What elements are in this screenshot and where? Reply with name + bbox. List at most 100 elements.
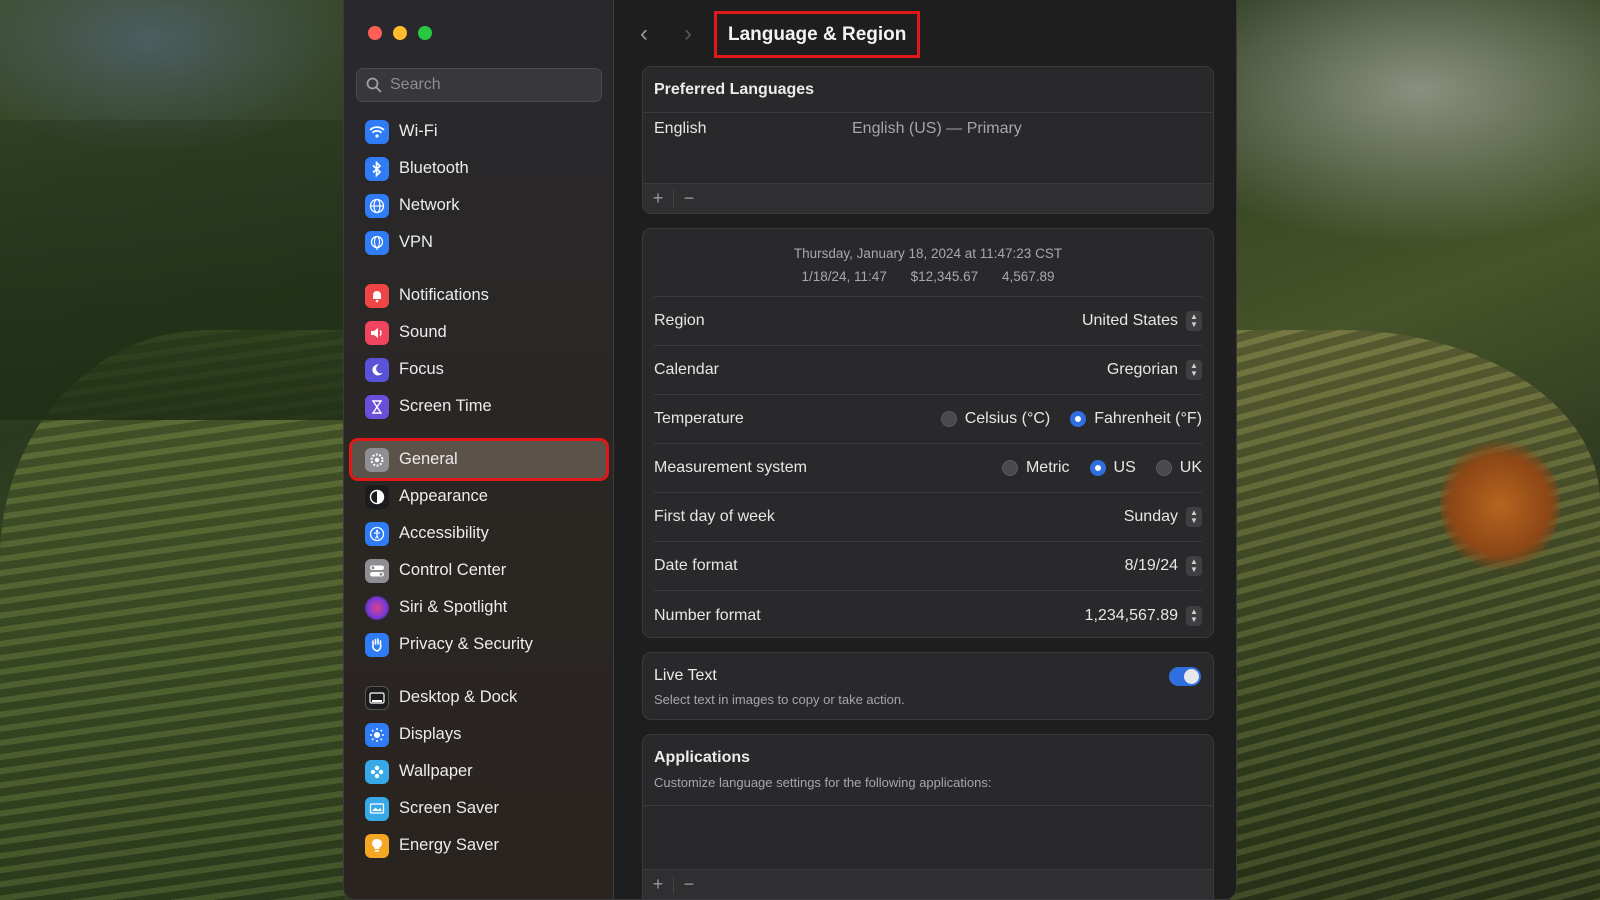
calendar-value: Gregorian [1106, 361, 1178, 378]
remove-language-button[interactable]: − [674, 188, 704, 209]
sidebar-item-accessibility[interactable]: Accessibility [352, 515, 606, 552]
first-day-popup[interactable]: Sunday ▲ ▼ [1124, 507, 1202, 527]
dock-icon [365, 685, 389, 710]
sidebar: Wi-Fi Bluetooth Network VPN [344, 0, 614, 899]
region-label: Region [654, 312, 705, 329]
add-application-button[interactable]: + [643, 874, 673, 895]
fahrenheit-radio[interactable]: Fahrenheit (°F) [1070, 410, 1202, 428]
sidebar-item-focus[interactable]: Focus [352, 351, 606, 388]
sidebar-item-screen-time[interactable]: Screen Time [352, 388, 606, 425]
applications-description: Customize language settings for the foll… [654, 775, 992, 790]
sidebar-item-label: Notifications [399, 286, 489, 304]
sidebar-item-wifi[interactable]: Wi-Fi [352, 113, 606, 150]
vpn-globe-icon [365, 230, 389, 255]
appearance-icon [365, 484, 389, 509]
screen-saver-icon [365, 796, 389, 821]
date-format-popup[interactable]: 8/19/24 ▲ ▼ [1125, 556, 1202, 576]
preferred-languages-card: Preferred Languages English English (US)… [642, 66, 1214, 214]
sidebar-item-label: Sound [399, 323, 447, 341]
back-chevron-icon[interactable]: ‹ [640, 22, 648, 46]
close-button[interactable] [368, 26, 382, 40]
number-format-popup[interactable]: 1,234,567.89 ▲ ▼ [1084, 605, 1202, 626]
region-value: United States [1081, 312, 1178, 329]
up-down-chevron-icon: ▲ ▼ [1186, 507, 1202, 527]
sidebar-item-displays[interactable]: Displays [352, 716, 606, 753]
sidebar-item-general[interactable]: General [349, 438, 609, 481]
applications-card: Applications Customize language settings… [642, 734, 1214, 899]
section-title: Preferred Languages [654, 81, 815, 98]
calendar-popup[interactable]: Gregorian ▲ ▼ [1107, 360, 1202, 380]
zoom-button[interactable] [418, 26, 432, 40]
radio-dot [940, 411, 957, 427]
search-input[interactable] [390, 76, 590, 94]
hand-icon [365, 632, 389, 657]
minimize-button[interactable] [393, 26, 407, 40]
sidebar-item-label: Energy Saver [399, 836, 499, 854]
gear-icon [365, 447, 389, 472]
sidebar-item-label: Privacy & Security [399, 635, 533, 653]
sidebar-item-siri-spotlight[interactable]: Siri & Spotlight [352, 589, 606, 626]
preview-short-date: 1/18/24, 11:47 [801, 269, 887, 284]
region-popup[interactable]: United States ▲ ▼ [1082, 311, 1202, 331]
measurement-label: Measurement system [654, 459, 807, 476]
live-text-title: Live Text [654, 667, 717, 684]
number-format-value: 1,234,567.89 [1084, 606, 1178, 624]
sidebar-item-sound[interactable]: Sound [352, 314, 606, 351]
sidebar-item-network[interactable]: Network [352, 187, 606, 224]
wallpaper-hill-right [1230, 330, 1600, 900]
sidebar-item-privacy-security[interactable]: Privacy & Security [352, 626, 606, 663]
sidebar-item-control-center[interactable]: Control Center [352, 552, 606, 589]
uk-radio[interactable]: UK [1155, 459, 1202, 477]
language-row[interactable]: English English (US) — Primary [643, 109, 1213, 138]
first-day-label: First day of week [654, 508, 775, 525]
temperature-row: Temperature Celsius (°C) Fahrenheit (°F) [654, 395, 1202, 444]
measurement-row: Measurement system Metric US UK [654, 444, 1202, 493]
window-controls [368, 26, 432, 40]
up-down-chevron-icon: ▲ ▼ [1186, 605, 1202, 626]
live-text-toggle[interactable] [1169, 667, 1201, 686]
sidebar-item-desktop-dock[interactable]: Desktop & Dock [352, 679, 606, 716]
metric-radio[interactable]: Metric [1001, 459, 1070, 477]
sidebar-item-label: Appearance [399, 487, 488, 505]
forward-chevron-icon[interactable]: › [684, 22, 692, 46]
sidebar-item-label: Wi-Fi [399, 122, 438, 140]
sidebar-item-wallpaper[interactable]: Wallpaper [352, 753, 606, 790]
sidebar-item-label: General [399, 450, 458, 468]
region-settings-card: Thursday, January 18, 2024 at 11:47:23 C… [642, 228, 1214, 638]
language-name: English [654, 120, 707, 137]
add-language-button[interactable]: + [643, 188, 673, 209]
search-field[interactable] [356, 68, 602, 102]
sidebar-item-label: Screen Time [399, 397, 492, 415]
sidebar-item-notifications[interactable]: Notifications [352, 277, 606, 314]
section-title: Applications [654, 749, 751, 766]
sidebar-item-bluetooth[interactable]: Bluetooth [352, 150, 606, 187]
sidebar-item-appearance[interactable]: Appearance [352, 478, 606, 515]
divider [643, 805, 1213, 806]
calendar-row: Calendar Gregorian ▲ ▼ [654, 346, 1202, 395]
measurement-radio-group: Metric US UK [982, 459, 1202, 477]
preview-formats: 1/18/24, 11:47 $12,345.67 4,567.89 [654, 265, 1202, 288]
language-detail: English (US) — Primary [852, 120, 1022, 137]
sidebar-item-label: Screen Saver [399, 799, 499, 817]
sidebar-item-vpn[interactable]: VPN [352, 224, 606, 261]
region-row: Region United States ▲ ▼ [654, 297, 1202, 346]
preview-number: 4,567.89 [1001, 269, 1055, 284]
first-day-row: First day of week Sunday ▲ ▼ [654, 493, 1202, 542]
content-pane: ‹ › Language & Region Preferred Language… [614, 0, 1236, 899]
us-radio[interactable]: US [1089, 459, 1136, 477]
divider [643, 112, 1213, 113]
sidebar-item-screen-saver[interactable]: Screen Saver [352, 790, 606, 827]
sidebar-item-label: Network [399, 196, 460, 214]
page-title: Language & Region [714, 11, 921, 58]
sidebar-item-energy-saver[interactable]: Energy Saver [352, 827, 606, 864]
number-format-row: Number format 1,234,567.89 ▲ ▼ [654, 591, 1202, 637]
remove-application-button[interactable]: − [674, 874, 704, 895]
celsius-radio[interactable]: Celsius (°C) [940, 410, 1050, 428]
radio-dot [1001, 460, 1018, 476]
preview-datetime: Thursday, January 18, 2024 at 11:47:23 C… [793, 246, 1063, 261]
live-text-description: Select text in images to copy or take ac… [654, 692, 905, 707]
date-format-value: 8/19/24 [1124, 557, 1178, 574]
sidebar-item-label: Focus [399, 360, 444, 378]
sidebar-item-label: Displays [399, 725, 462, 743]
temperature-radio-group: Celsius (°C) Fahrenheit (°F) [921, 410, 1202, 428]
